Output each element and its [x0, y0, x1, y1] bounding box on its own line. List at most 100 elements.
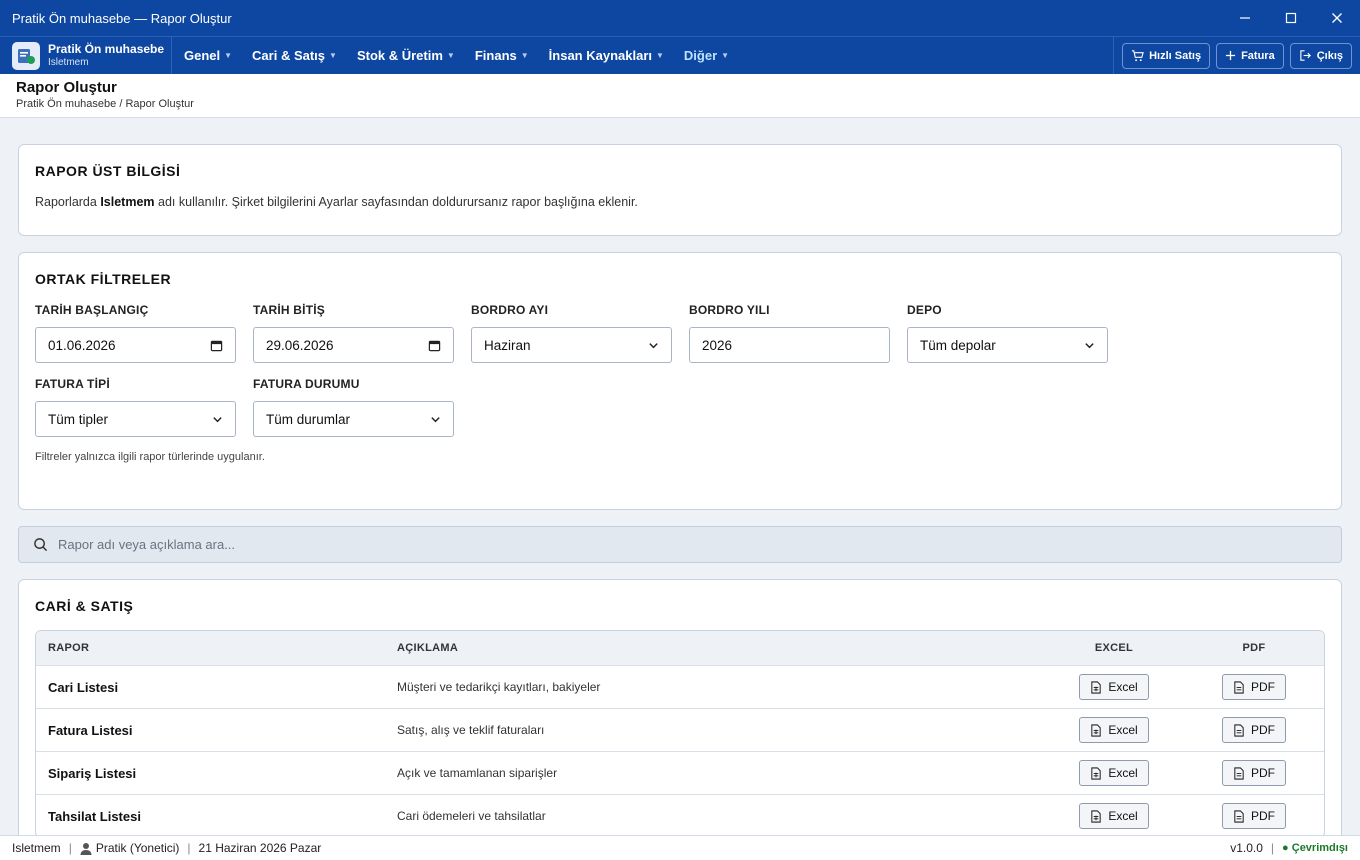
pdf-export-button[interactable]: PDF	[1222, 674, 1286, 700]
section-heading: CARİ & SATIŞ	[35, 598, 134, 614]
close-window-button[interactable]	[1314, 0, 1360, 36]
info-heading: RAPOR ÜST BİLGİSİ	[35, 163, 181, 179]
payroll-month-label: BORDRO AYI	[471, 303, 549, 317]
calendar-icon[interactable]	[428, 339, 441, 352]
invoice-type-value: Tüm tipler	[48, 411, 109, 427]
table-row: Tahsilat Listesi Cari ödemeleri ve tahsi…	[36, 794, 1324, 837]
page-header: Rapor Oluştur Pratik Ön muhasebe / Rapor…	[0, 74, 1360, 118]
date-end-input[interactable]: 29.06.2026	[253, 327, 454, 363]
pdf-label: PDF	[1251, 809, 1275, 823]
filters-heading: ORTAK FİLTRELER	[35, 271, 172, 287]
calendar-icon[interactable]	[210, 339, 223, 352]
payroll-year-label: BORDRO YILI	[689, 303, 770, 317]
menu-stok-uretim[interactable]: Stok & Üretim ▼	[347, 37, 465, 74]
window-title: Pratik Ön muhasebe — Rapor Oluştur	[12, 10, 232, 26]
date-start-value: 01.06.2026	[48, 337, 116, 353]
quick-sale-label: Hızlı Satış	[1149, 49, 1202, 62]
payroll-month-value: Haziran	[484, 337, 531, 353]
menu-finans[interactable]: Finans ▼	[465, 37, 539, 74]
warehouse-label: DEPO	[907, 303, 942, 317]
info-text-post: adı kullanılır. Şirket bilgilerini Ayarl…	[158, 195, 638, 209]
date-start-input[interactable]: 01.06.2026	[35, 327, 236, 363]
logout-icon	[1300, 50, 1311, 61]
payroll-year-input[interactable]: 2026	[689, 327, 890, 363]
chevron-down-icon: ▼	[329, 51, 337, 60]
menu-diger[interactable]: Diğer ▼	[674, 37, 739, 74]
col-pdf: PDF	[1242, 642, 1266, 654]
chevron-down-icon	[649, 342, 658, 348]
report-description: Müşteri ve tedarikçi kayıtları, bakiyele…	[397, 680, 601, 694]
spreadsheet-icon	[1091, 809, 1102, 823]
invoice-type-select[interactable]: Tüm tipler	[35, 401, 236, 437]
status-separator: |	[1270, 841, 1275, 855]
app-version: v1.0.0	[1230, 841, 1263, 855]
close-icon	[1332, 13, 1342, 23]
report-name: Sipariş Listesi	[48, 765, 137, 781]
excel-export-button[interactable]: Excel	[1079, 803, 1149, 829]
date-start-label: TARİH BAŞLANGIÇ	[35, 303, 149, 317]
col-report: RAPOR	[48, 642, 90, 654]
user-icon	[80, 842, 92, 855]
menu-insan-kaynaklari[interactable]: İnsan Kaynakları ▼	[539, 37, 674, 74]
table-row: Cari Listesi Müşteri ve tedarikçi kayıtl…	[36, 665, 1324, 708]
chevron-down-icon	[213, 416, 222, 422]
table-row: Fatura Listesi Satış, alış ve teklif fat…	[36, 708, 1324, 751]
menu-cari-satis[interactable]: Cari & Satış ▼	[242, 37, 347, 74]
main-menu: Genel ▼ Cari & Satış ▼ Stok & Üretim ▼ Fina…	[172, 37, 1113, 74]
pdf-export-button[interactable]: PDF	[1222, 717, 1286, 743]
filters-hint: Filtreler yalnızca ilgili rapor türlerin…	[35, 451, 265, 463]
document-icon	[1234, 723, 1244, 737]
payroll-month-select[interactable]: Haziran	[471, 327, 672, 363]
warehouse-select[interactable]: Tüm depolar	[907, 327, 1108, 363]
brand[interactable]: Pratik Ön muhasebe Isletmem	[0, 37, 172, 74]
maximize-icon	[1285, 12, 1297, 24]
chevron-down-icon	[431, 416, 440, 422]
quick-sale-button[interactable]: Hızlı Satış	[1122, 42, 1211, 69]
spreadsheet-icon	[1091, 723, 1102, 737]
report-header-info-card: RAPOR ÜST BİLGİSİ Raporlarda Isletmem ad…	[18, 144, 1342, 236]
excel-label: Excel	[1108, 766, 1138, 780]
report-name: Fatura Listesi	[48, 722, 133, 738]
col-description: AÇIKLAMA	[397, 642, 459, 654]
cari-satis-reports-card: CARİ & SATIŞ RAPOR AÇIKLAMA EXCEL PDF Ca…	[18, 579, 1342, 860]
search-placeholder: Rapor adı veya açıklama ara...	[58, 537, 236, 552]
chevron-down-icon: ▼	[224, 51, 233, 60]
status-date: 21 Haziran 2026 Pazar	[198, 841, 322, 855]
minimize-icon	[1240, 17, 1250, 19]
exit-button[interactable]: Çıkış	[1289, 42, 1352, 69]
report-description: Cari ödemeleri ve tahsilatlar	[397, 809, 546, 823]
invoice-status-select[interactable]: Tüm durumlar	[253, 401, 454, 437]
invoice-type-label: FATURA TİPİ	[35, 377, 110, 391]
excel-label: Excel	[1108, 723, 1138, 737]
report-description: Açık ve tamamlanan siparişler	[397, 766, 558, 780]
pdf-label: PDF	[1251, 680, 1275, 694]
invoice-status-label: FATURA DURUMU	[253, 377, 360, 391]
window-titlebar: Pratik Ön muhasebe — Rapor Oluştur	[0, 0, 1360, 36]
new-invoice-button[interactable]: Fatura	[1216, 42, 1284, 69]
nav-actions: Hızlı Satış Fatura Çıkış	[1113, 37, 1360, 74]
minimize-button[interactable]	[1222, 0, 1268, 36]
warehouse-value: Tüm depolar	[920, 337, 996, 353]
report-search-input[interactable]: Rapor adı veya açıklama ara...	[18, 526, 1342, 563]
page-title: Rapor Oluştur	[16, 79, 117, 96]
menu-genel[interactable]: Genel ▼	[174, 37, 242, 74]
excel-export-button[interactable]: Excel	[1079, 674, 1149, 700]
status-separator: |	[187, 841, 191, 855]
col-excel: EXCEL	[1094, 642, 1134, 654]
menu-label: Genel	[184, 48, 221, 63]
pdf-export-button[interactable]: PDF	[1222, 760, 1286, 786]
excel-export-button[interactable]: Excel	[1079, 717, 1149, 743]
info-company-name: Isletmem	[100, 195, 155, 209]
menu-label: Cari & Satış	[252, 48, 326, 63]
maximize-button[interactable]	[1268, 0, 1314, 36]
pdf-export-button[interactable]: PDF	[1222, 803, 1286, 829]
pdf-label: PDF	[1251, 723, 1275, 737]
report-name: Tahsilat Listesi	[48, 808, 141, 824]
table-header: RAPOR AÇIKLAMA EXCEL PDF	[36, 631, 1324, 665]
spreadsheet-icon	[1091, 766, 1102, 780]
document-icon	[1234, 766, 1244, 780]
excel-export-button[interactable]: Excel	[1079, 760, 1149, 786]
connection-status: ● Çevrimdışı	[1282, 842, 1348, 854]
plus-icon	[1225, 50, 1236, 61]
table-row: Sipariş Listesi Açık ve tamamlanan sipar…	[36, 751, 1324, 794]
